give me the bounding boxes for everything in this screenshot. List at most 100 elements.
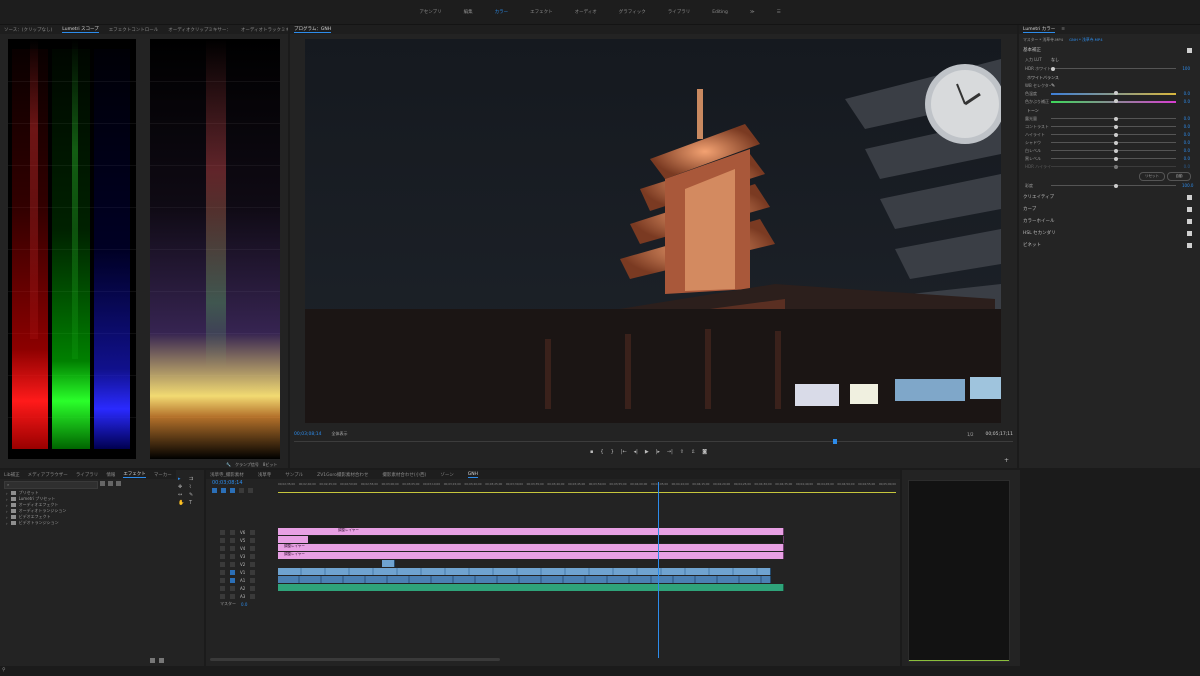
go-to-in-icon[interactable]: |←	[621, 449, 627, 455]
target-icon[interactable]	[230, 561, 235, 567]
timeline-horizontal-scrollbar[interactable]	[210, 658, 500, 661]
program-timecode[interactable]: 00;03;08;14	[294, 432, 321, 437]
target-icon[interactable]	[230, 593, 235, 599]
hsl-secondary-header[interactable]: HSL セカンダリ	[1023, 229, 1192, 237]
pen-icon[interactable]: ✎	[189, 492, 198, 498]
lut-row[interactable]: 入力 LUT なし	[1025, 56, 1190, 63]
target-icon[interactable]	[230, 537, 235, 543]
wrench-icon[interactable]: 🔧	[226, 462, 231, 468]
track-select-icon[interactable]: ⇉	[189, 476, 198, 482]
extract-icon[interactable]: ⇫	[691, 449, 695, 455]
lock-icon[interactable]	[220, 529, 225, 535]
lumetri-menu-icon[interactable]: ≡	[1061, 27, 1065, 32]
tab-item[interactable]: 浅草寺	[258, 472, 272, 478]
linked-select-icon[interactable]	[230, 488, 235, 493]
tab-item[interactable]: マーカー	[154, 472, 172, 478]
workspace-item[interactable]: ☰	[777, 10, 781, 15]
color-wheels-header[interactable]: カラーホイール	[1023, 217, 1192, 225]
step-forward-icon[interactable]: |▸	[656, 449, 660, 455]
a1-audio-clips[interactable]	[278, 576, 771, 583]
workspace-item[interactable]: Editing	[712, 10, 728, 15]
adjustment-layer-v3[interactable]: 調整レイヤー	[278, 552, 784, 559]
lock-icon[interactable]	[220, 569, 225, 575]
tab-item[interactable]: オーディオクリップミキサー：	[168, 27, 231, 33]
type-icon[interactable]: T	[189, 500, 198, 506]
master-value[interactable]: 0.0	[241, 602, 247, 607]
lock-icon[interactable]	[220, 545, 225, 551]
ripple-edit-icon[interactable]: ✥	[178, 484, 187, 490]
bit-depth-label[interactable]: 8ビット	[263, 462, 278, 468]
work-area-bar[interactable]	[278, 492, 896, 493]
effects-folder-item[interactable]: › ビデオトランジション	[6, 520, 66, 526]
tab-item[interactable]: GNH	[467, 472, 478, 478]
workspace-item[interactable]: ライブラリ	[668, 9, 691, 15]
hand-icon[interactable]: ✋	[178, 500, 187, 506]
program-playhead[interactable]	[833, 439, 837, 444]
selection-tool-icon[interactable]: ▸	[178, 476, 187, 482]
eye-icon[interactable]	[250, 529, 256, 535]
eye-icon[interactable]	[250, 585, 256, 591]
lock-icon[interactable]	[220, 585, 225, 591]
v1-video-clips[interactable]	[278, 568, 771, 575]
exposure-row[interactable]: 露光量 0.0	[1025, 115, 1190, 122]
tab-item[interactable]: ライブラリ	[76, 472, 99, 478]
add-button-icon[interactable]: +	[1004, 457, 1009, 464]
timeline-timecode[interactable]: 00;03;08;14	[212, 480, 243, 486]
new-bin-icon[interactable]	[150, 658, 155, 663]
tab-item[interactable]: 情報	[106, 472, 115, 478]
disclosure-icon[interactable]: ›	[6, 515, 8, 520]
export-frame-icon[interactable]: ◙	[702, 449, 707, 455]
vignette-header[interactable]: ビネット	[1023, 241, 1192, 249]
effects-search-input[interactable]: ⌕	[4, 481, 98, 489]
eyedropper-icon[interactable]: ✎	[1051, 83, 1055, 89]
snap-icon[interactable]	[221, 488, 226, 493]
razor-icon[interactable]: ⌇	[189, 484, 198, 490]
a2-audio-clip[interactable]	[278, 584, 784, 591]
eye-icon[interactable]	[250, 569, 256, 575]
workspace-item[interactable]: カラー	[495, 9, 509, 15]
vignette-enable-checkbox[interactable]	[1187, 242, 1192, 248]
curves-header[interactable]: カーブ	[1023, 205, 1192, 213]
time-ruler[interactable]: 00;02;35;00 00;02;40;00 00;02;45;00 00;02;5…	[278, 482, 896, 492]
tab-item[interactable]: エフェクトコントロール	[109, 27, 159, 33]
shadows-row[interactable]: シャドウ 0.0	[1025, 139, 1190, 146]
whites-row[interactable]: 白レベル 0.0	[1025, 147, 1190, 154]
adjustment-layer-clip[interactable]: 調整レイヤー	[278, 528, 784, 535]
lock-icon[interactable]	[220, 537, 225, 543]
auto-button[interactable]: 自動	[1167, 172, 1191, 181]
lock-icon[interactable]	[220, 577, 225, 583]
adjustment-layer-v4[interactable]: 調整レイヤー	[278, 544, 784, 551]
disclosure-icon[interactable]: ›	[6, 503, 8, 508]
master-clip-label[interactable]: マスター * 浅草寺.MP4	[1023, 37, 1063, 43]
workspace-item[interactable]: 編集	[464, 9, 473, 15]
tab-item[interactable]: サンプル	[285, 472, 303, 478]
program-scrub-bar[interactable]	[294, 441, 1013, 442]
workspace-item[interactable]: ≫	[750, 10, 755, 15]
workspace-item[interactable]: グラフィック	[619, 9, 646, 15]
wheels-enable-checkbox[interactable]	[1187, 218, 1192, 224]
lumetri-tab[interactable]: Lumetri カラー	[1023, 26, 1056, 33]
curves-enable-checkbox[interactable]	[1187, 206, 1192, 212]
hsl-enable-checkbox[interactable]	[1187, 230, 1192, 236]
target-icon[interactable]	[230, 569, 235, 575]
disclosure-icon[interactable]: ›	[6, 521, 8, 526]
disclosure-icon[interactable]: ›	[6, 491, 8, 496]
reset-button[interactable]: リセット	[1139, 172, 1165, 181]
workspace-item[interactable]: エフェクト	[530, 9, 553, 15]
creative-header[interactable]: クリエイティブ	[1023, 193, 1192, 201]
tab-item[interactable]: ZV1Goro撮影素材合わせ	[317, 472, 368, 478]
sequence-clip-label[interactable]: GNH * 浅草寺.MP4	[1069, 37, 1103, 43]
blacks-row[interactable]: 黒レベル 0.0	[1025, 155, 1190, 162]
target-icon[interactable]	[230, 577, 235, 583]
tint-row[interactable]: 色かぶり補正 0.0	[1025, 98, 1190, 105]
timeline-playhead[interactable]	[658, 482, 659, 658]
lock-icon[interactable]	[220, 593, 225, 599]
saturation-row[interactable]: 彩度 100.0	[1025, 182, 1193, 189]
tab-item[interactable]: ゾーン	[440, 472, 453, 478]
workspace-item[interactable]: オーディオ	[575, 9, 597, 15]
mark-in-icon[interactable]: {	[600, 449, 603, 455]
target-icon[interactable]	[230, 553, 235, 559]
tab-item[interactable]: オーディオトラックミキサー：GNH	[241, 27, 288, 33]
program-tab[interactable]: プログラム：GNH	[294, 26, 332, 33]
hdr-white-row[interactable]: HDR ホワイト 100	[1025, 65, 1190, 72]
